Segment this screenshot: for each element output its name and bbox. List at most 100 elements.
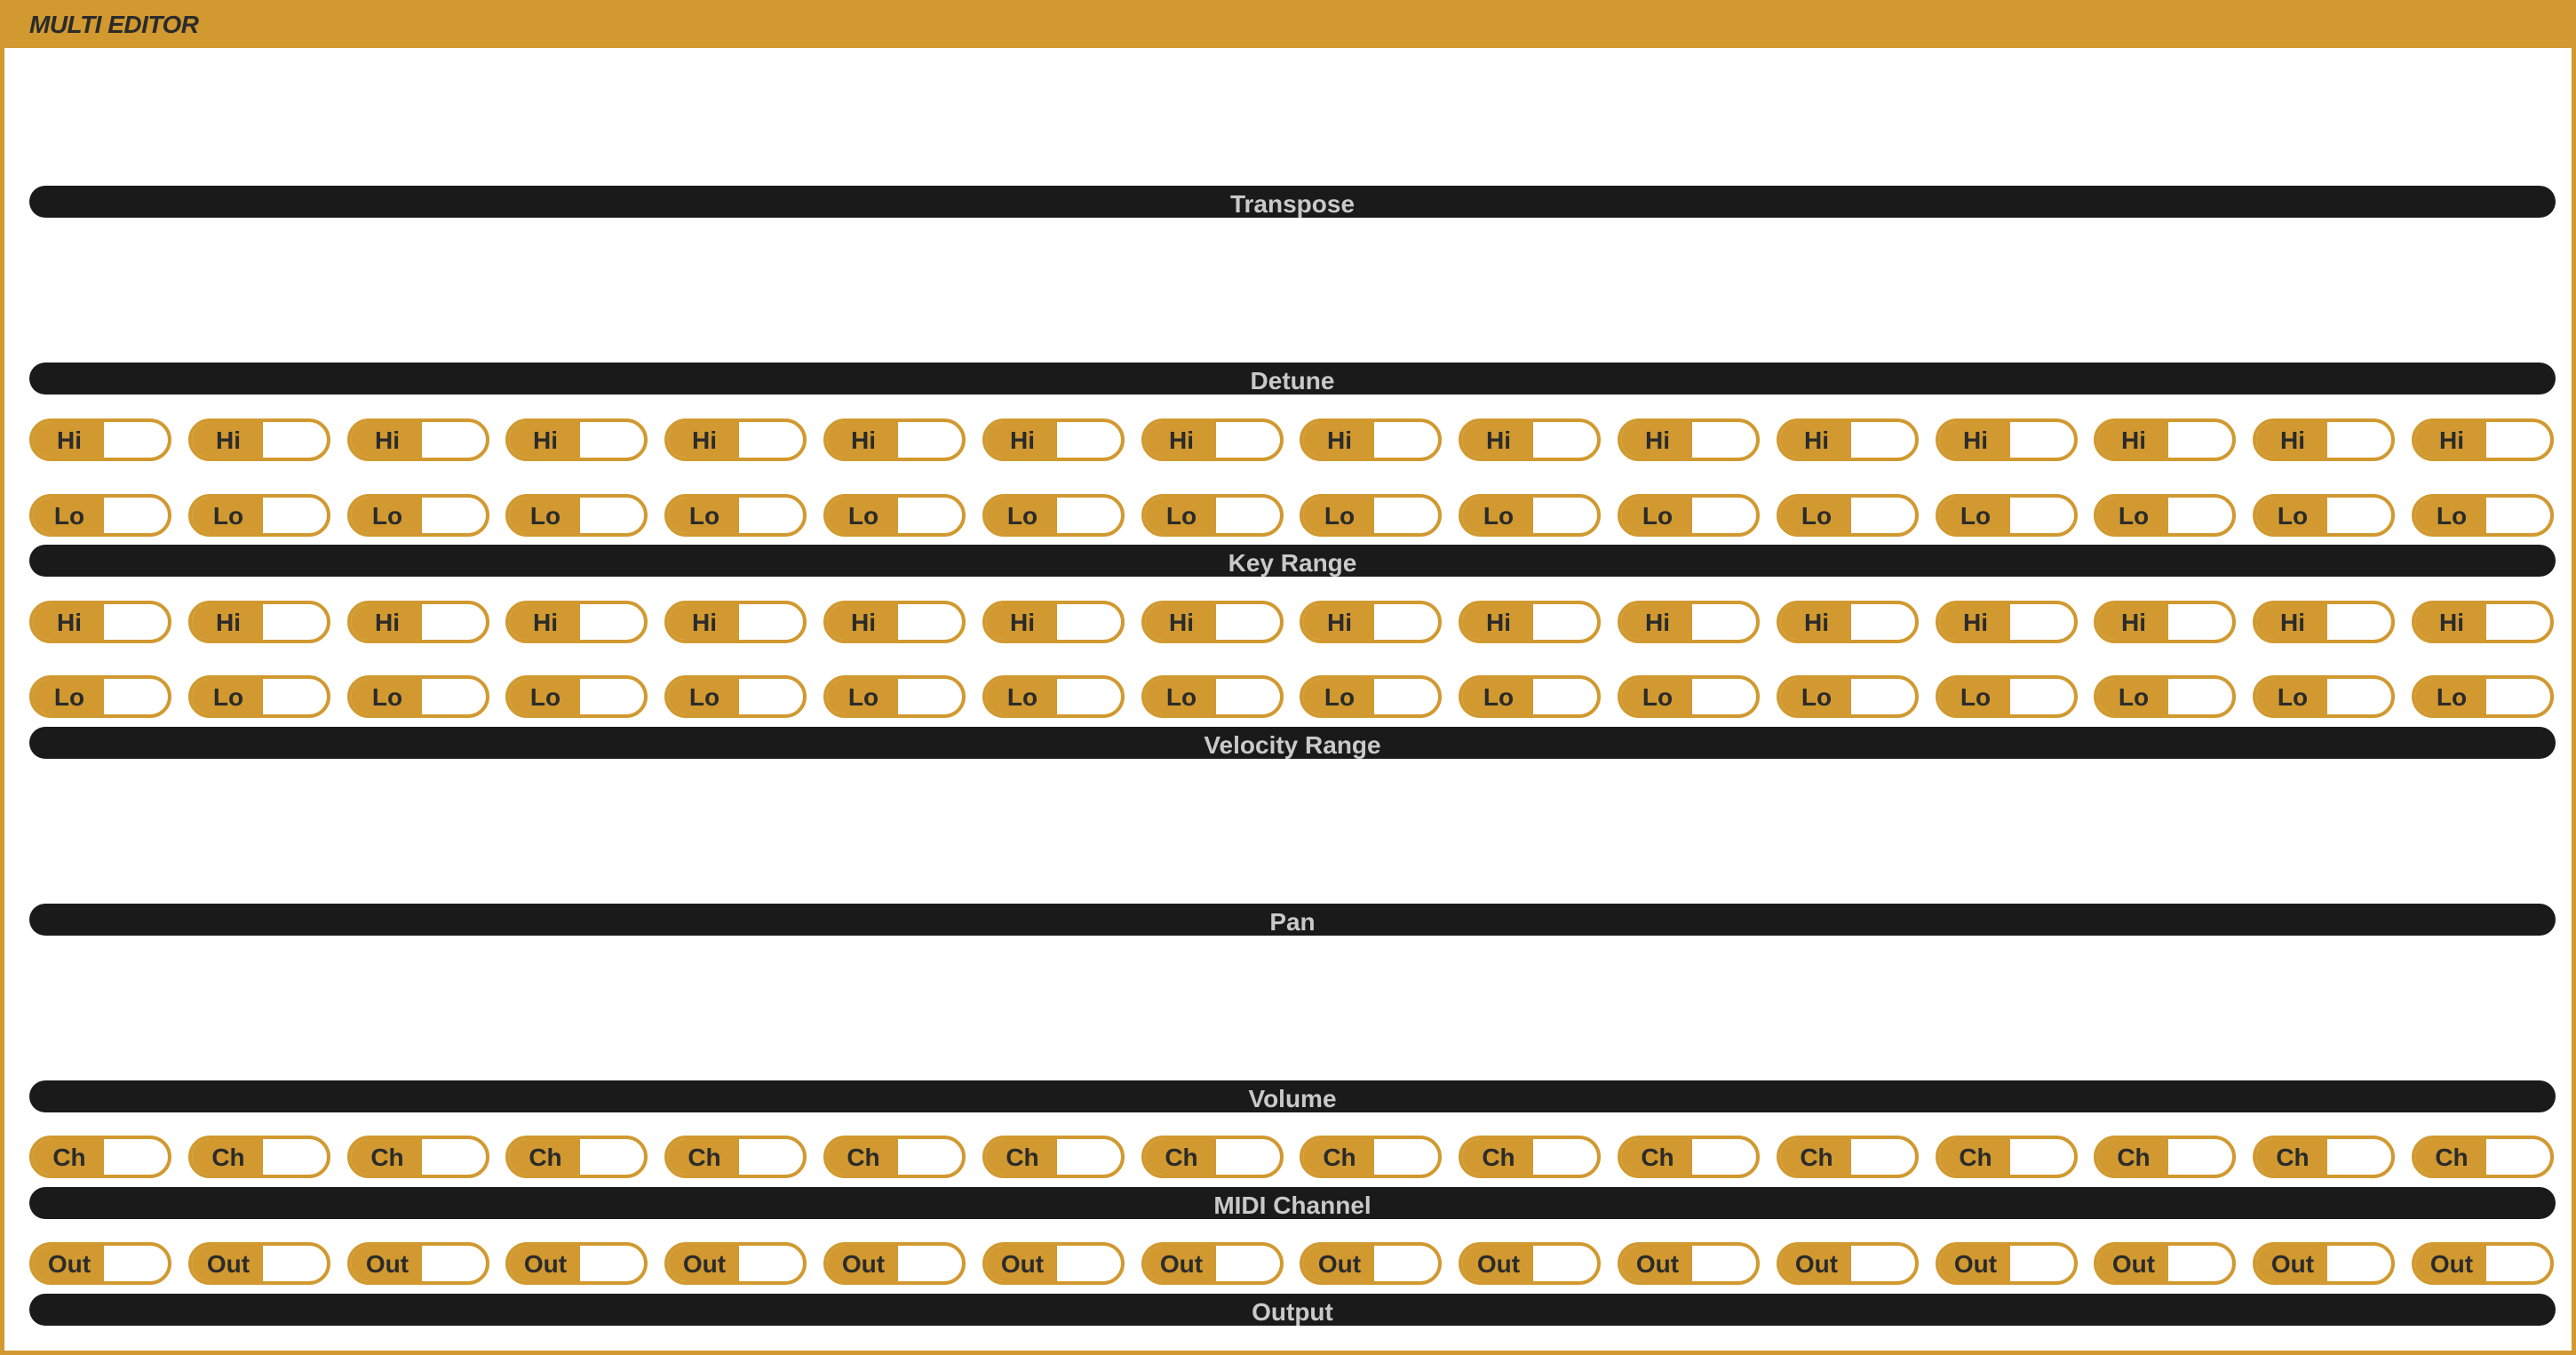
midi-channel-field-13[interactable]: Ch <box>1936 1136 2078 1178</box>
key-range-lo-value-box[interactable] <box>422 498 486 533</box>
key-range-lo-field-15[interactable]: Lo <box>2253 494 2395 537</box>
key-range-lo-value-box[interactable] <box>1851 498 1915 533</box>
key-range-lo-field-8[interactable]: Lo <box>1141 494 1284 537</box>
velocity-range-lo-value-box[interactable] <box>1057 679 1121 714</box>
key-range-lo-value-box[interactable] <box>1692 498 1756 533</box>
key-range-lo-field-7[interactable]: Lo <box>982 494 1125 537</box>
key-range-hi-value-box[interactable] <box>422 422 486 458</box>
key-range-hi-value-box[interactable] <box>1374 422 1438 458</box>
velocity-range-hi-field-11[interactable]: Hi <box>1618 601 1760 643</box>
output-value-box[interactable] <box>2486 1246 2550 1281</box>
velocity-range-lo-field-1[interactable]: Lo <box>29 675 171 718</box>
key-range-hi-value-box[interactable] <box>104 422 168 458</box>
midi-channel-field-6[interactable]: Ch <box>823 1136 966 1178</box>
midi-channel-value-box[interactable] <box>2168 1139 2232 1175</box>
velocity-range-lo-value-box[interactable] <box>263 679 327 714</box>
midi-channel-value-box[interactable] <box>1057 1139 1121 1175</box>
midi-channel-value-box[interactable] <box>2486 1139 2550 1175</box>
velocity-range-hi-value-box[interactable] <box>2486 604 2550 640</box>
output-value-box[interactable] <box>739 1246 803 1281</box>
output-field-6[interactable]: Out <box>823 1242 966 1285</box>
velocity-range-lo-field-7[interactable]: Lo <box>982 675 1125 718</box>
midi-channel-value-box[interactable] <box>898 1139 962 1175</box>
velocity-range-lo-value-box[interactable] <box>1374 679 1438 714</box>
output-field-7[interactable]: Out <box>982 1242 1125 1285</box>
key-range-hi-field-15[interactable]: Hi <box>2253 418 2395 461</box>
output-field-11[interactable]: Out <box>1618 1242 1760 1285</box>
velocity-range-hi-value-box[interactable] <box>1692 604 1756 640</box>
velocity-range-hi-field-2[interactable]: Hi <box>188 601 330 643</box>
midi-channel-value-box[interactable] <box>2327 1139 2391 1175</box>
velocity-range-lo-value-box[interactable] <box>1692 679 1756 714</box>
midi-channel-field-8[interactable]: Ch <box>1141 1136 1284 1178</box>
midi-channel-value-box[interactable] <box>580 1139 644 1175</box>
output-field-4[interactable]: Out <box>505 1242 648 1285</box>
velocity-range-hi-value-box[interactable] <box>580 604 644 640</box>
velocity-range-lo-value-box[interactable] <box>739 679 803 714</box>
key-range-hi-value-box[interactable] <box>2010 422 2074 458</box>
velocity-range-lo-value-box[interactable] <box>2327 679 2391 714</box>
key-range-lo-value-box[interactable] <box>898 498 962 533</box>
velocity-range-lo-field-14[interactable]: Lo <box>2094 675 2236 718</box>
velocity-range-hi-field-13[interactable]: Hi <box>1936 601 2078 643</box>
midi-channel-value-box[interactable] <box>263 1139 327 1175</box>
velocity-range-hi-field-16[interactable]: Hi <box>2412 601 2554 643</box>
key-range-lo-field-9[interactable]: Lo <box>1300 494 1442 537</box>
output-field-14[interactable]: Out <box>2094 1242 2236 1285</box>
key-range-hi-field-11[interactable]: Hi <box>1618 418 1760 461</box>
velocity-range-lo-field-11[interactable]: Lo <box>1618 675 1760 718</box>
midi-channel-field-14[interactable]: Ch <box>2094 1136 2236 1178</box>
velocity-range-hi-value-box[interactable] <box>104 604 168 640</box>
output-value-box[interactable] <box>1057 1246 1121 1281</box>
velocity-range-lo-field-8[interactable]: Lo <box>1141 675 1284 718</box>
key-range-hi-field-3[interactable]: Hi <box>347 418 489 461</box>
velocity-range-hi-field-7[interactable]: Hi <box>982 601 1125 643</box>
output-value-box[interactable] <box>2168 1246 2232 1281</box>
output-value-box[interactable] <box>422 1246 486 1281</box>
key-range-hi-field-16[interactable]: Hi <box>2412 418 2554 461</box>
key-range-hi-value-box[interactable] <box>2327 422 2391 458</box>
key-range-hi-value-box[interactable] <box>1216 422 1280 458</box>
key-range-hi-field-13[interactable]: Hi <box>1936 418 2078 461</box>
velocity-range-hi-field-10[interactable]: Hi <box>1459 601 1601 643</box>
midi-channel-field-10[interactable]: Ch <box>1459 1136 1601 1178</box>
midi-channel-field-7[interactable]: Ch <box>982 1136 1125 1178</box>
key-range-hi-value-box[interactable] <box>2486 422 2550 458</box>
key-range-hi-field-6[interactable]: Hi <box>823 418 966 461</box>
key-range-lo-field-6[interactable]: Lo <box>823 494 966 537</box>
key-range-lo-value-box[interactable] <box>104 498 168 533</box>
midi-channel-field-5[interactable]: Ch <box>664 1136 807 1178</box>
key-range-hi-value-box[interactable] <box>263 422 327 458</box>
velocity-range-hi-field-8[interactable]: Hi <box>1141 601 1284 643</box>
velocity-range-lo-field-2[interactable]: Lo <box>188 675 330 718</box>
key-range-hi-value-box[interactable] <box>2168 422 2232 458</box>
key-range-lo-field-11[interactable]: Lo <box>1618 494 1760 537</box>
output-field-16[interactable]: Out <box>2412 1242 2554 1285</box>
velocity-range-hi-value-box[interactable] <box>1533 604 1597 640</box>
velocity-range-hi-field-15[interactable]: Hi <box>2253 601 2395 643</box>
velocity-range-lo-value-box[interactable] <box>1216 679 1280 714</box>
key-range-lo-field-3[interactable]: Lo <box>347 494 489 537</box>
output-value-box[interactable] <box>2327 1246 2391 1281</box>
output-value-box[interactable] <box>1851 1246 1915 1281</box>
midi-channel-field-9[interactable]: Ch <box>1300 1136 1442 1178</box>
velocity-range-hi-value-box[interactable] <box>263 604 327 640</box>
velocity-range-hi-value-box[interactable] <box>1057 604 1121 640</box>
key-range-hi-value-box[interactable] <box>1692 422 1756 458</box>
velocity-range-hi-field-14[interactable]: Hi <box>2094 601 2236 643</box>
key-range-hi-field-7[interactable]: Hi <box>982 418 1125 461</box>
key-range-hi-value-box[interactable] <box>739 422 803 458</box>
key-range-lo-field-1[interactable]: Lo <box>29 494 171 537</box>
velocity-range-lo-value-box[interactable] <box>580 679 644 714</box>
key-range-lo-field-4[interactable]: Lo <box>505 494 648 537</box>
output-field-2[interactable]: Out <box>188 1242 330 1285</box>
velocity-range-lo-field-3[interactable]: Lo <box>347 675 489 718</box>
output-value-box[interactable] <box>898 1246 962 1281</box>
velocity-range-lo-value-box[interactable] <box>2168 679 2232 714</box>
key-range-lo-field-2[interactable]: Lo <box>188 494 330 537</box>
velocity-range-lo-field-6[interactable]: Lo <box>823 675 966 718</box>
midi-channel-field-11[interactable]: Ch <box>1618 1136 1760 1178</box>
output-value-box[interactable] <box>580 1246 644 1281</box>
velocity-range-hi-field-3[interactable]: Hi <box>347 601 489 643</box>
velocity-range-hi-value-box[interactable] <box>422 604 486 640</box>
